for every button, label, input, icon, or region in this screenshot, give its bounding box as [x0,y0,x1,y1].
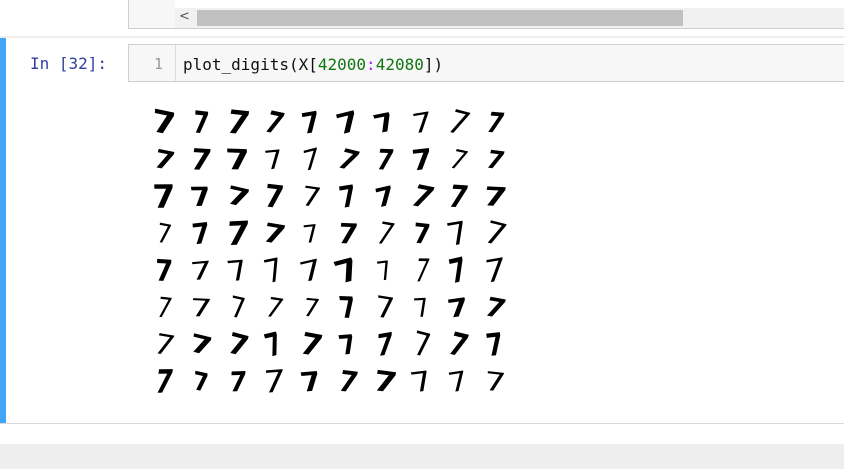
slice-colon: : [366,55,376,74]
digit-image: 7 [296,326,327,365]
scroll-left-arrow-icon[interactable]: < [179,9,190,24]
digit-image: 7 [259,217,290,252]
digit-image: 7 [336,217,360,252]
digit-image: 7 [262,144,287,177]
code-cell[interactable]: In [32]: 1 plot_digits(X[42000:42080]) 7… [0,38,844,423]
digit-image: 7 [223,143,252,178]
digit-image: 7 [300,293,323,324]
code-line[interactable]: plot_digits(X[42000:42080]) [183,55,443,74]
digit-image: 7 [336,179,360,216]
digit-image: 7 [224,214,251,254]
digit-image: 7 [373,143,397,178]
digit-image-grid: 7777777777777777777777777777777777777777… [147,103,515,402]
digit-image: 7 [446,250,471,293]
digit-image: 7 [329,251,367,292]
digit-image: 7 [410,293,433,324]
digit-image: 7 [153,291,175,326]
digit-image: 7 [405,179,439,216]
digit-image: 7 [150,102,178,145]
digit-image: 7 [152,363,176,402]
digit-image: 7 [481,181,510,214]
digit-image: 7 [480,292,510,326]
digit-image: 7 [372,180,397,215]
input-prompt: In [32]: [30,54,108,73]
digit-image: 7 [409,142,434,179]
digit-image: 7 [149,328,179,364]
digit-image: 7 [441,103,476,144]
digit-image: 7 [223,326,252,365]
digit-image: 7 [261,325,288,366]
digit-image: 7 [188,256,213,287]
digit-image: 7 [301,142,321,180]
digit-image: 7 [297,366,325,399]
digit-image: 7 [445,365,471,400]
cell-selection-bar [0,38,6,423]
digit-image: 7 [332,105,364,142]
digit-image: 7 [444,325,473,366]
previous-cell-gutter [128,0,175,29]
scrollbar-thumb[interactable] [197,10,683,26]
digit-image: 7 [411,217,432,252]
code-close: ]) [423,55,444,74]
digit-image: 7 [151,178,177,217]
digit-image: 7 [223,103,253,144]
function-name: plot_digits [183,55,289,74]
digit-image: 7 [298,180,324,215]
digit-image: 7 [260,105,289,142]
digit-image: 7 [227,366,248,399]
digit-image: 7 [369,107,400,140]
code-open: (X[ [288,55,318,74]
digit-image: 7 [188,143,214,178]
digit-image: 7 [482,366,508,399]
digit-image: 7 [336,290,359,327]
digit-image: 7 [228,289,247,328]
digit-image: 7 [444,144,473,177]
horizontal-scrollbar[interactable]: < [175,8,844,29]
digit-image: 7 [154,217,174,252]
digit-image: 7 [332,143,364,178]
digit-image: 7 [376,326,394,365]
digit-image: 7 [192,365,210,400]
digit-image: 7 [191,104,211,143]
digit-image: 7 [410,324,433,367]
digit-image: 7 [262,363,287,402]
digit-image: 7 [373,289,396,328]
digit-image: 7 [187,182,214,214]
digit-image: 7 [335,364,362,401]
digit-image: 7 [154,253,174,290]
digit-image: 7 [261,292,288,326]
digit-image: 7 [483,251,507,292]
code-editor[interactable]: 1 plot_digits(X[42000:42080]) [128,44,844,82]
digit-image: 7 [371,215,399,254]
line-number: 1 [153,55,163,73]
line-number-gutter: 1 [129,45,176,81]
previous-cell-area: < [0,0,844,36]
slice-start: 42000 [317,55,367,74]
digit-image: 7 [260,251,288,292]
digit-image: 7 [482,145,508,176]
digit-image: 7 [445,179,472,216]
slice-end: 42080 [375,55,424,74]
digit-image: 7 [187,328,215,363]
digit-image: 7 [223,180,253,215]
digit-image: 7 [190,216,212,253]
digit-image: 7 [445,292,471,325]
digit-image: 7 [483,326,507,365]
notebook-bottom [0,423,844,444]
digit-image: 7 [188,293,213,324]
digit-image: 7 [411,253,432,290]
digit-image: 7 [482,106,508,141]
digit-image: 7 [299,105,323,142]
digit-image: 7 [150,144,178,177]
digit-image: 7 [262,178,287,217]
digit-image: 7 [301,219,322,250]
digit-image: 7 [335,329,361,362]
